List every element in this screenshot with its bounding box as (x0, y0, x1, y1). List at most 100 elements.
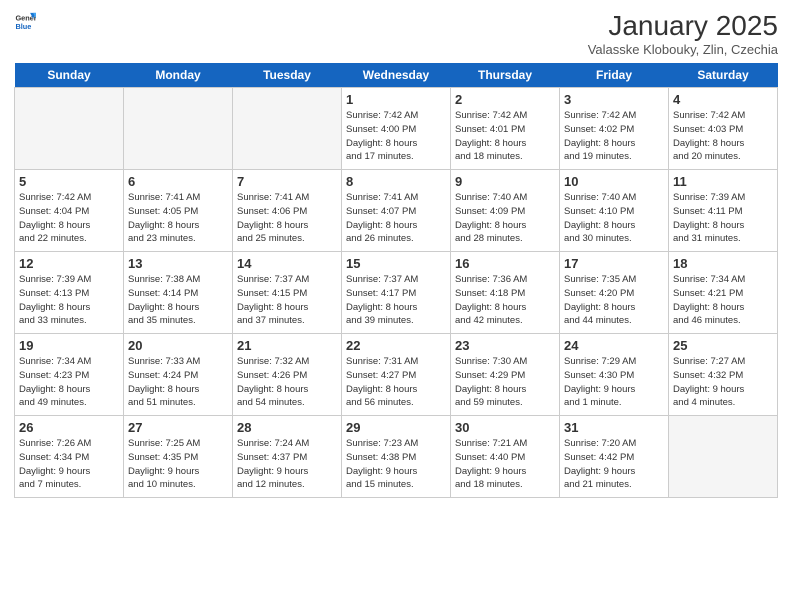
day-number: 2 (455, 92, 555, 107)
day-number: 15 (346, 256, 446, 271)
day-number: 29 (346, 420, 446, 435)
day-cell-0-4: 2 Sunrise: 7:42 AM Sunset: 4:01 PM Daylig… (451, 88, 560, 170)
day-cell-1-3: 8Sunrise: 7:41 AM Sunset: 4:07 PM Daylig… (342, 170, 451, 252)
days-header-row: Sunday Monday Tuesday Wednesday Thursday… (15, 63, 778, 88)
week-row-4: 19Sunrise: 7:34 AM Sunset: 4:23 PM Dayli… (15, 334, 778, 416)
week-row-5: 26 Sunrise: 7:26 AM Sunset: 4:34 PM Dayli… (15, 416, 778, 498)
day-info: Sunrise: 7:30 AM Sunset: 4:29 PM Dayligh… (455, 355, 555, 410)
day-info: Sunrise: 7:42 AM Sunset: 4:03 PM Dayligh… (673, 109, 773, 164)
day-number: 6 (128, 174, 228, 189)
day-cell-2-1: 13 Sunrise: 7:38 AM Sunset: 4:14 PM Dayli… (124, 252, 233, 334)
day-cell-1-4: 9 Sunrise: 7:40 AM Sunset: 4:09 PM Daylig… (451, 170, 560, 252)
day-cell-1-1: 6 Sunrise: 7:41 AM Sunset: 4:05 PM Daylig… (124, 170, 233, 252)
day-info: Sunrise: 7:27 AM Sunset: 4:32 PM Dayligh… (673, 355, 773, 410)
day-info: Sunrise: 7:20 AM Sunset: 4:42 PM Dayligh… (564, 437, 664, 492)
logo: General Blue (14, 10, 36, 32)
day-cell-1-6: 11 Sunrise: 7:39 AM Sunset: 4:11 PM Dayli… (669, 170, 778, 252)
day-info: Sunrise: 7:31 AM Sunset: 4:27 PM Dayligh… (346, 355, 446, 410)
day-info: Sunrise: 7:21 AM Sunset: 4:40 PM Dayligh… (455, 437, 555, 492)
day-cell-1-2: 7 Sunrise: 7:41 AM Sunset: 4:06 PM Daylig… (233, 170, 342, 252)
day-number: 28 (237, 420, 337, 435)
day-info: Sunrise: 7:37 AM Sunset: 4:17 PM Dayligh… (346, 273, 446, 328)
day-info: Sunrise: 7:39 AM Sunset: 4:11 PM Dayligh… (673, 191, 773, 246)
calendar-title: January 2025 (588, 10, 778, 42)
header-wednesday: Wednesday (342, 63, 451, 88)
header-sunday: Sunday (15, 63, 124, 88)
day-number: 8 (346, 174, 446, 189)
day-number: 16 (455, 256, 555, 271)
day-info: Sunrise: 7:42 AM Sunset: 4:02 PM Dayligh… (564, 109, 664, 164)
day-cell-3-0: 19Sunrise: 7:34 AM Sunset: 4:23 PM Dayli… (15, 334, 124, 416)
day-number: 18 (673, 256, 773, 271)
header-monday: Monday (124, 63, 233, 88)
day-number: 9 (455, 174, 555, 189)
day-cell-2-0: 12Sunrise: 7:39 AM Sunset: 4:13 PM Dayli… (15, 252, 124, 334)
day-cell-4-0: 26 Sunrise: 7:26 AM Sunset: 4:34 PM Dayli… (15, 416, 124, 498)
day-number: 22 (346, 338, 446, 353)
day-cell-1-5: 10Sunrise: 7:40 AM Sunset: 4:10 PM Dayli… (560, 170, 669, 252)
day-info: Sunrise: 7:29 AM Sunset: 4:30 PM Dayligh… (564, 355, 664, 410)
day-cell-0-2 (233, 88, 342, 170)
day-info: Sunrise: 7:32 AM Sunset: 4:26 PM Dayligh… (237, 355, 337, 410)
day-cell-2-4: 16 Sunrise: 7:36 AM Sunset: 4:18 PM Dayli… (451, 252, 560, 334)
day-cell-3-6: 25 Sunrise: 7:27 AM Sunset: 4:32 PM Dayli… (669, 334, 778, 416)
day-number: 21 (237, 338, 337, 353)
day-cell-1-0: 5Sunrise: 7:42 AM Sunset: 4:04 PM Daylig… (15, 170, 124, 252)
day-info: Sunrise: 7:23 AM Sunset: 4:38 PM Dayligh… (346, 437, 446, 492)
day-info: Sunrise: 7:36 AM Sunset: 4:18 PM Dayligh… (455, 273, 555, 328)
day-number: 23 (455, 338, 555, 353)
day-info: Sunrise: 7:25 AM Sunset: 4:35 PM Dayligh… (128, 437, 228, 492)
day-cell-4-6 (669, 416, 778, 498)
day-number: 26 (19, 420, 119, 435)
day-cell-2-3: 15 Sunrise: 7:37 AM Sunset: 4:17 PM Dayli… (342, 252, 451, 334)
day-number: 11 (673, 174, 773, 189)
day-cell-3-3: 22 Sunrise: 7:31 AM Sunset: 4:27 PM Dayli… (342, 334, 451, 416)
day-cell-3-2: 21 Sunrise: 7:32 AM Sunset: 4:26 PM Dayli… (233, 334, 342, 416)
calendar-container: General Blue January 2025 Valasske Klobo… (0, 0, 792, 506)
day-number: 4 (673, 92, 773, 107)
day-cell-3-5: 24Sunrise: 7:29 AM Sunset: 4:30 PM Dayli… (560, 334, 669, 416)
header: General Blue January 2025 Valasske Klobo… (14, 10, 778, 57)
day-cell-3-4: 23 Sunrise: 7:30 AM Sunset: 4:29 PM Dayli… (451, 334, 560, 416)
day-info: Sunrise: 7:33 AM Sunset: 4:24 PM Dayligh… (128, 355, 228, 410)
day-info: Sunrise: 7:42 AM Sunset: 4:00 PM Dayligh… (346, 109, 446, 164)
day-cell-3-1: 20Sunrise: 7:33 AM Sunset: 4:24 PM Dayli… (124, 334, 233, 416)
day-cell-0-3: 1 Sunrise: 7:42 AM Sunset: 4:00 PM Daylig… (342, 88, 451, 170)
day-number: 13 (128, 256, 228, 271)
day-info: Sunrise: 7:40 AM Sunset: 4:09 PM Dayligh… (455, 191, 555, 246)
day-cell-2-5: 17Sunrise: 7:35 AM Sunset: 4:20 PM Dayli… (560, 252, 669, 334)
day-info: Sunrise: 7:37 AM Sunset: 4:15 PM Dayligh… (237, 273, 337, 328)
day-cell-4-4: 30 Sunrise: 7:21 AM Sunset: 4:40 PM Dayli… (451, 416, 560, 498)
svg-text:Blue: Blue (15, 22, 31, 31)
day-info: Sunrise: 7:26 AM Sunset: 4:34 PM Dayligh… (19, 437, 119, 492)
day-number: 30 (455, 420, 555, 435)
day-info: Sunrise: 7:34 AM Sunset: 4:21 PM Dayligh… (673, 273, 773, 328)
day-info: Sunrise: 7:38 AM Sunset: 4:14 PM Dayligh… (128, 273, 228, 328)
day-info: Sunrise: 7:39 AM Sunset: 4:13 PM Dayligh… (19, 273, 119, 328)
day-cell-0-1 (124, 88, 233, 170)
week-row-3: 12Sunrise: 7:39 AM Sunset: 4:13 PM Dayli… (15, 252, 778, 334)
day-cell-4-3: 29 Sunrise: 7:23 AM Sunset: 4:38 PM Dayli… (342, 416, 451, 498)
day-number: 7 (237, 174, 337, 189)
day-number: 3 (564, 92, 664, 107)
day-info: Sunrise: 7:24 AM Sunset: 4:37 PM Dayligh… (237, 437, 337, 492)
day-number: 31 (564, 420, 664, 435)
day-number: 1 (346, 92, 446, 107)
header-thursday: Thursday (451, 63, 560, 88)
day-number: 25 (673, 338, 773, 353)
logo-icon: General Blue (14, 10, 36, 32)
calendar-subtitle: Valasske Klobouky, Zlin, Czechia (588, 42, 778, 57)
day-cell-2-2: 14Sunrise: 7:37 AM Sunset: 4:15 PM Dayli… (233, 252, 342, 334)
day-info: Sunrise: 7:41 AM Sunset: 4:06 PM Dayligh… (237, 191, 337, 246)
week-row-2: 5Sunrise: 7:42 AM Sunset: 4:04 PM Daylig… (15, 170, 778, 252)
day-info: Sunrise: 7:42 AM Sunset: 4:01 PM Dayligh… (455, 109, 555, 164)
day-cell-4-2: 28 Sunrise: 7:24 AM Sunset: 4:37 PM Dayli… (233, 416, 342, 498)
header-saturday: Saturday (669, 63, 778, 88)
week-row-1: 1 Sunrise: 7:42 AM Sunset: 4:00 PM Daylig… (15, 88, 778, 170)
day-number: 17 (564, 256, 664, 271)
day-cell-4-1: 27Sunrise: 7:25 AM Sunset: 4:35 PM Dayli… (124, 416, 233, 498)
day-cell-4-5: 31 Sunrise: 7:20 AM Sunset: 4:42 PM Dayli… (560, 416, 669, 498)
day-info: Sunrise: 7:41 AM Sunset: 4:05 PM Dayligh… (128, 191, 228, 246)
day-number: 5 (19, 174, 119, 189)
day-info: Sunrise: 7:34 AM Sunset: 4:23 PM Dayligh… (19, 355, 119, 410)
